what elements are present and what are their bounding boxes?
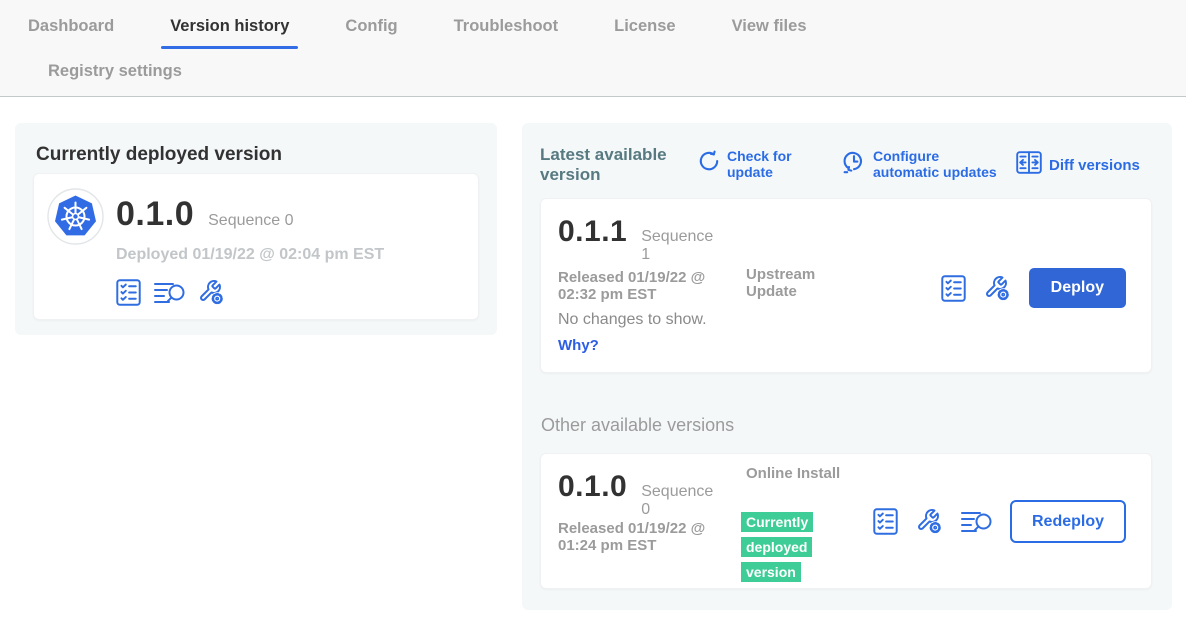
- latest-released-timestamp: Released 01/19/22 @ 02:32 pm EST: [558, 269, 730, 303]
- currently-deployed-title: Currently deployed version: [36, 144, 282, 166]
- other-version-row: 0.1.0 Sequence 0: [558, 472, 721, 519]
- tab-registry-settings[interactable]: Registry settings: [48, 62, 182, 81]
- tab-config[interactable]: Config: [345, 17, 397, 36]
- deploy-logs-icon[interactable]: [961, 509, 992, 535]
- preflight-checklist-icon[interactable]: [941, 275, 966, 302]
- why-link[interactable]: Why?: [558, 337, 599, 354]
- tab-troubleshoot[interactable]: Troubleshoot: [454, 17, 559, 36]
- currently-deployed-badge: Currently deployed version: [741, 512, 813, 582]
- preflight-checklist-icon[interactable]: [873, 508, 898, 535]
- app-header: Dashboard Version history Config Trouble…: [0, 0, 1186, 97]
- main-nav-row2: Registry settings: [48, 62, 182, 81]
- refresh-icon: [697, 150, 720, 178]
- currently-deployed-badge-wrap: Currently deployed version: [741, 510, 825, 585]
- diff-versions-label: Diff versions: [1049, 157, 1140, 174]
- preflight-checklist-icon[interactable]: [116, 279, 141, 306]
- redeploy-button[interactable]: Redeploy: [1010, 500, 1126, 543]
- check-for-update-link[interactable]: Check for update: [697, 148, 827, 180]
- other-versions-heading: Other available versions: [541, 415, 734, 436]
- latest-version-source: Upstream Update: [746, 266, 846, 300]
- main-nav: Dashboard Version history Config Trouble…: [28, 17, 807, 36]
- latest-available-panel: Latest available version Check for updat…: [522, 123, 1172, 610]
- deployed-version-actions: [116, 279, 225, 306]
- schedule-sync-icon: [842, 149, 866, 180]
- other-version-card: 0.1.0 Sequence 0 Released 01/19/22 @ 01:…: [540, 453, 1152, 589]
- tab-dashboard[interactable]: Dashboard: [28, 17, 114, 36]
- tab-license[interactable]: License: [614, 17, 675, 36]
- other-version-actions: Redeploy: [873, 500, 1126, 543]
- latest-version-actions: Deploy: [941, 268, 1126, 308]
- no-changes-text: No changes to show.: [558, 311, 707, 329]
- other-version-source: Online Install: [746, 465, 846, 482]
- deployed-version-row: 0.1.0 Sequence 0: [116, 197, 294, 231]
- configure-automatic-updates-link[interactable]: Configure automatic updates: [842, 148, 1007, 180]
- latest-version-sequence: Sequence 1: [641, 228, 721, 264]
- tab-view-files[interactable]: View files: [732, 17, 807, 36]
- deploy-button[interactable]: Deploy: [1029, 268, 1126, 308]
- diff-icon: [1016, 151, 1042, 179]
- check-for-update-label: Check for update: [727, 148, 827, 180]
- deploy-logs-icon[interactable]: [154, 280, 185, 306]
- other-version-sequence: Sequence 0: [641, 483, 721, 519]
- latest-version-row: 0.1.1 Sequence 1: [558, 217, 721, 264]
- config-wrench-gear-icon[interactable]: [984, 275, 1011, 302]
- latest-version-card: 0.1.1 Sequence 1 Released 01/19/22 @ 02:…: [540, 198, 1152, 373]
- diff-versions-link[interactable]: Diff versions: [1016, 151, 1140, 179]
- deployed-timestamp: Deployed 01/19/22 @ 02:04 pm EST: [116, 246, 384, 264]
- deployed-version-card: 0.1.0 Sequence 0 Deployed 01/19/22 @ 02:…: [33, 173, 479, 320]
- deployed-version-sequence: Sequence 0: [208, 212, 293, 230]
- deployed-version-number: 0.1.0: [116, 197, 194, 231]
- currently-deployed-panel: Currently deployed version 0.1.0 Sequenc…: [15, 123, 497, 335]
- latest-version-number: 0.1.1: [558, 217, 627, 247]
- kubernetes-app-icon: [47, 188, 104, 245]
- config-wrench-gear-icon[interactable]: [916, 508, 943, 535]
- config-wrench-gear-icon[interactable]: [198, 279, 225, 306]
- configure-automatic-updates-label: Configure automatic updates: [873, 148, 1007, 180]
- other-version-number: 0.1.0: [558, 472, 627, 502]
- latest-available-title: Latest available version: [540, 145, 690, 185]
- other-released-timestamp: Released 01/19/22 @ 01:24 pm EST: [558, 520, 730, 554]
- tab-version-history[interactable]: Version history: [170, 17, 289, 36]
